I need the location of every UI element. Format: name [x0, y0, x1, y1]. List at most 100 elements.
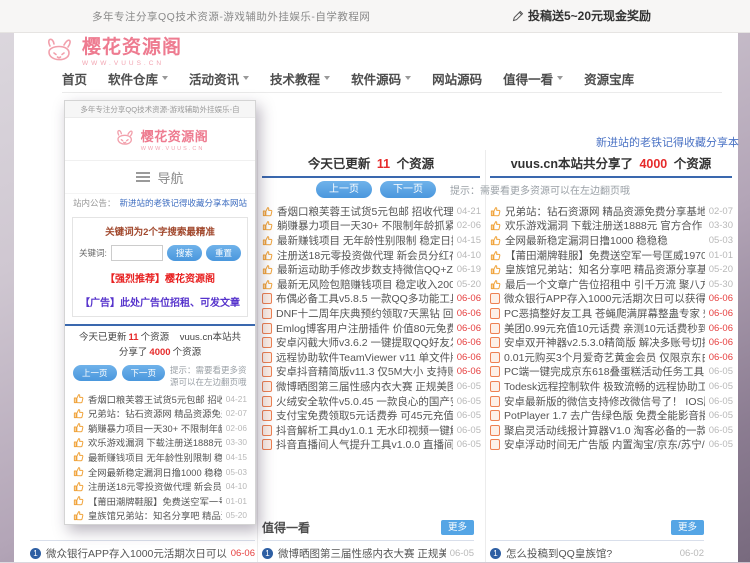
item-title[interactable]: 欢乐游戏漏洞 下载注册送1888元 官方合作: [505, 219, 705, 234]
list-item[interactable]: Todesk远程控制软件 极致流畅的远程协助工具06-05: [490, 379, 733, 394]
list-item[interactable]: 香烟口粮芙蓉王试货5元包邮 招收代理04-21: [262, 204, 481, 219]
item-title[interactable]: 欢乐游戏漏洞 下载注册送1888元 官方合: [88, 435, 222, 449]
list-item[interactable]: 皇族馆兄弟站：知名分享吧 精品资源分享05-20: [73, 508, 247, 523]
list-item[interactable]: 皇族馆兄弟站：知名分享吧 精品资源分享基地05-20: [490, 262, 733, 277]
list-item[interactable]: 最新运动助手修改步数支持微信QQ+ZFB步06-19: [262, 262, 481, 277]
list-item[interactable]: 支付宝免费领取5元话费券 可45元充值三网5006-05: [262, 408, 481, 423]
list-item[interactable]: 安卓最新版的微信支持修改微信号了！ IOS版06-05: [490, 394, 733, 409]
list-item[interactable]: 安卓闪截大师v3.6.2 一键提取QQ好友发的闪照06-06: [262, 335, 481, 350]
item-title[interactable]: 安卓闪截大师v3.6.2 一键提取QQ好友发的闪照: [276, 335, 453, 350]
item-title[interactable]: 火绒安全软件v5.0.45 一款良心的国产安全软件: [276, 394, 453, 409]
list-item[interactable]: DNF十二周年庆典预约领取7天黑钻 回归用户06-06: [262, 306, 481, 321]
item-title[interactable]: 0.01元购买3个月爱奇艺黄金会员 仅限京东白: [504, 350, 705, 365]
more-button[interactable]: 更多: [441, 520, 474, 535]
item-title[interactable]: 最后一个文章广告位招租中 引千万流 聚八方: [505, 277, 705, 292]
popup-prev-page-button[interactable]: 上一页: [73, 365, 117, 381]
item-title[interactable]: 安卓最新版的微信支持修改微信号了！ IOS版: [504, 394, 705, 409]
list-item[interactable]: 抖音直播间人气提升工具v1.0.0 直播间自动发06-05: [262, 438, 481, 453]
nav-item-2[interactable]: 活动资讯: [189, 69, 249, 88]
list-item[interactable]: 最后一个文章广告位招租中 引千万流 聚八方05-30: [490, 277, 733, 292]
item-title[interactable]: PotPlayer 1.7 去广告绿色版 免费全能影音播: [504, 408, 705, 423]
list-item[interactable]: 最新赚钱项目 无年龄性别限制 稳定日撸04-15: [73, 450, 247, 465]
list-item[interactable]: 欢乐游戏漏洞 下载注册送1888元 官方合作03-30: [490, 219, 733, 234]
ad-line[interactable]: 【广告】此处广告位招租、可发文章: [79, 294, 241, 309]
search-button[interactable]: 搜索: [167, 245, 202, 261]
list-item[interactable]: 抖音解析工具dy1.0.1 无水印视频一键解析软件06-05: [262, 423, 481, 438]
item-title[interactable]: 抖音直播间人气提升工具v1.0.0 直播间自动发: [276, 438, 453, 453]
list-item[interactable]: 聚启灵活动线报计算器V1.0 淘客必备的一款软06-05: [490, 423, 733, 438]
more-button[interactable]: 更多: [671, 520, 704, 535]
list-item[interactable]: 注册送18元零投资做代理 新会员分红存04-10: [73, 479, 247, 494]
item-title[interactable]: Emlog博客用户注册插件 价值80元免费分享: [276, 321, 453, 336]
list-item[interactable]: 安卓抖音精简版v11.3 仅5M大小 支持账号登录06-06: [262, 365, 481, 380]
list-item[interactable]: 最新赚钱项目 无年龄性别限制 稳定日撸300+04-15: [262, 233, 481, 248]
item-title[interactable]: 最新无风险包赔赚钱项目 稳定收入200-500元: [277, 277, 453, 292]
item-title[interactable]: 最新运动助手修改步数支持微信QQ+ZFB步: [277, 262, 453, 277]
popup-next-page-button[interactable]: 下一页: [122, 365, 166, 381]
item-title[interactable]: 安卓双开神器v2.5.3.0精简版 解决多账号切换: [504, 335, 705, 350]
list-item[interactable]: 欢乐游戏漏洞 下载注册送1888元 官方合03-30: [73, 435, 247, 450]
item-title[interactable]: 注册送18元零投资做代理 新会员分红存1000: [277, 248, 453, 263]
item-title[interactable]: 香烟口粮芙蓉王试货5元包邮 招收代理: [88, 392, 222, 406]
list-item[interactable]: 注册送18元零投资做代理 新会员分红存100004-10: [262, 248, 481, 263]
popup-logo[interactable]: 樱花资源阁 WWW.VUUS.CN: [65, 118, 255, 161]
next-page-button[interactable]: 下一页: [380, 181, 436, 198]
nav-item-7[interactable]: 资源宝库: [584, 69, 634, 88]
list-item[interactable]: 全网最新稳定漏洞日撸1000 稳稳稳05-03: [490, 233, 733, 248]
prev-page-button[interactable]: 上一页: [316, 181, 372, 198]
item-title[interactable]: Todesk远程控制软件 极致流畅的远程协助工具: [504, 379, 705, 394]
list-item[interactable]: 0.01元购买3个月爱奇艺黄金会员 仅限京东白06-06: [490, 350, 733, 365]
list-item[interactable]: 布偶必备工具v5.8.5 一款QQ多功能工具软件06-06: [262, 292, 481, 307]
item-title[interactable]: 全网最新稳定漏洞日撸1000 稳稳稳: [88, 465, 222, 479]
item-title[interactable]: 微众银行APP存入1000元活期次日可以获得无: [504, 292, 705, 307]
item-title[interactable]: 支付宝免费领取5元话费券 可45元充值三网50: [276, 408, 453, 423]
item-title[interactable]: 躺赚暴力项目一天30+ 不限制年龄抓紧上车: [277, 219, 453, 234]
promo-line[interactable]: 【强烈推荐】樱花资源阁: [79, 270, 241, 285]
item-title[interactable]: 全网最新稳定漏洞日撸1000 稳稳稳: [505, 233, 705, 248]
announcement-link[interactable]: 新进站的老铁记得收藏分享本: [596, 134, 739, 150]
item-title[interactable]: 微博晒图第三届性感内衣大赛 正规美图等你欣: [276, 379, 453, 394]
item-title[interactable]: 美团0.99元充值10元话费 亲测10元话费秒到: [504, 321, 705, 336]
item-title[interactable]: 【莆田潮牌鞋服】免费送空军一号匡威1970s: [505, 248, 705, 263]
search-input[interactable]: [111, 245, 163, 261]
list-item[interactable]: 微博晒图第三届性感内衣大赛 正规美图等你欣06-05: [262, 379, 481, 394]
item-title[interactable]: 微众银行APP存入1000元活期次日可以获得无门: [46, 546, 227, 561]
list-item[interactable]: 兄弟站：钻石资源网 精品资源免费分享基02-07: [73, 406, 247, 421]
item-title[interactable]: 躺赚暴力项目一天30+ 不限制年龄抓紧上: [88, 421, 222, 435]
list-item[interactable]: 躺赚暴力项目一天30+ 不限制年龄抓紧上02-06: [73, 421, 247, 436]
nav-item-3[interactable]: 技术教程: [270, 69, 330, 88]
item-title[interactable]: 兄弟站：钻石资源网 精品资源免费分享基地: [505, 204, 705, 219]
list-item[interactable]: PotPlayer 1.7 去广告绿色版 免费全能影音播06-05: [490, 408, 733, 423]
list-item[interactable]: 安卓双开神器v2.5.3.0精简版 解决多账号切换06-06: [490, 335, 733, 350]
item-title[interactable]: PC恶搞整好友工具 苍蝇爬满屏幕整蛊专家 效: [504, 306, 705, 321]
item-title[interactable]: PC端一键完成京东618叠蛋糕活动任务工具: [504, 365, 705, 380]
item-title[interactable]: 皇族馆兄弟站：知名分享吧 精品资源分享: [88, 508, 222, 522]
list-item[interactable]: 远程协助软件TeamViewer v11 单文件版 方便06-06: [262, 350, 481, 365]
bottom-list-item[interactable]: 1微博晒图第三届性感内衣大赛 正规美图等你欣赏06-05: [262, 543, 474, 563]
item-title[interactable]: 最新赚钱项目 无年龄性别限制 稳定日撸: [88, 450, 222, 464]
nav-item-6[interactable]: 值得一看: [503, 69, 563, 88]
nav-item-4[interactable]: 软件源码: [351, 69, 411, 88]
nav-item-5[interactable]: 网站源码: [432, 69, 482, 88]
list-item[interactable]: 最新无风险包赔赚钱项目 稳定收入200-500元05-20: [262, 277, 481, 292]
list-item[interactable]: PC端一键完成京东618叠蛋糕活动任务工具06-05: [490, 365, 733, 380]
item-title[interactable]: 注册送18元零投资做代理 新会员分红存: [88, 479, 222, 493]
item-title[interactable]: 安卓抖音精简版v11.3 仅5M大小 支持账号登录: [276, 365, 453, 380]
list-item[interactable]: 全网最新稳定漏洞日撸1000 稳稳稳05-03: [73, 464, 247, 479]
item-title[interactable]: 【莆田潮牌鞋服】免费送空军一号匡威: [88, 494, 222, 508]
nav-item-1[interactable]: 软件仓库: [108, 69, 168, 88]
popup-nav-toggle[interactable]: 导航: [65, 161, 255, 194]
bottom-list-item[interactable]: 1微众银行APP存入1000元活期次日可以获得无门06-06: [30, 543, 255, 563]
list-item[interactable]: 香烟口粮芙蓉王试货5元包邮 招收代理04-21: [73, 391, 247, 406]
list-item[interactable]: 安卓浮动时间无广告版 内置淘宝/京东/苏宁/拼06-05: [490, 438, 733, 453]
item-title[interactable]: 兄弟站：钻石资源网 精品资源免费分享基: [88, 406, 222, 420]
item-title[interactable]: 怎么投稿到QQ皇族馆?: [506, 546, 676, 561]
item-title[interactable]: 聚启灵活动线报计算器V1.0 淘客必备的一款软: [504, 423, 705, 438]
list-item[interactable]: 微众银行APP存入1000元活期次日可以获得无06-06: [490, 292, 733, 307]
bottom-list-item[interactable]: 1怎么投稿到QQ皇族馆?06-02: [490, 543, 704, 563]
item-title[interactable]: 抖音解析工具dy1.0.1 无水印视频一键解析软件: [276, 423, 453, 438]
nav-item-0[interactable]: 首页: [62, 69, 87, 88]
list-item[interactable]: Emlog博客用户注册插件 价值80元免费分享06-06: [262, 321, 481, 336]
item-title[interactable]: 布偶必备工具v5.8.5 一款QQ多功能工具软件: [276, 292, 453, 307]
list-item[interactable]: 【莆田潮牌鞋服】免费送空军一号匡威1970s01-01: [490, 248, 733, 263]
